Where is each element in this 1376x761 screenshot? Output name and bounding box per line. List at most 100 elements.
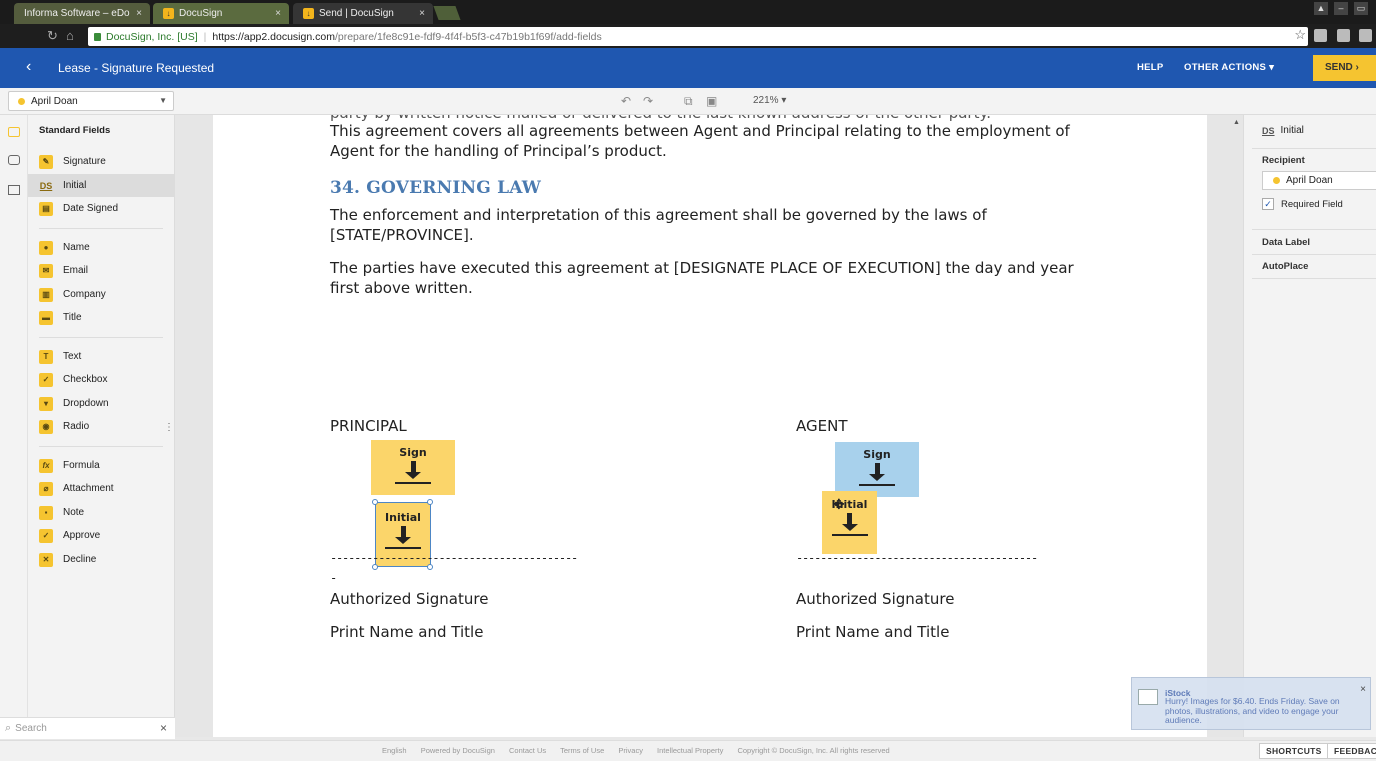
scroll-up-icon[interactable]: ▲ [1233, 119, 1240, 126]
agent-sign-tag[interactable]: Sign [835, 442, 919, 497]
browser-address-bar: ↻ ⌂ DocuSign, Inc. [US] | https://app2.d… [0, 24, 1376, 48]
app-header: ‹ Lease - Signature Requested HELP OTHER… [0, 48, 1376, 88]
field-name[interactable]: ● Name [28, 236, 174, 259]
redo-icon[interactable]: ↷ [643, 94, 653, 108]
tab-close-icon[interactable]: × [269, 8, 281, 19]
principal-sign-tag[interactable]: Sign [371, 440, 455, 495]
person-icon: ● [39, 240, 53, 255]
checkbox-icon: ✓ [39, 372, 53, 387]
field-title[interactable]: ▬ Title [28, 306, 174, 329]
dropdown-icon: ▾ [39, 396, 53, 411]
field-company[interactable]: ▥ Company [28, 283, 174, 306]
recipient-select[interactable]: April Doan ▼ [8, 91, 174, 111]
arrow-down-icon [874, 463, 880, 474]
field-signature[interactable]: ✎ Signature [28, 150, 174, 173]
copy-icon[interactable]: ⧉ [684, 94, 693, 108]
footer-links: English Powered by DocuSign Contact Us T… [382, 746, 902, 755]
standard-fields-panel: Standard Fields ✎ Signature DS Initial ▤… [28, 115, 184, 737]
tab-close-icon[interactable]: × [413, 8, 425, 19]
extension-icon[interactable] [1337, 29, 1350, 42]
field-attachment[interactable]: ⌀ Attachment [28, 477, 174, 500]
browser-tab-send-docusign[interactable]: ↓ Send | DocuSign × [293, 3, 433, 24]
reload-icon[interactable]: ↻ [47, 28, 58, 44]
arrow-down-icon [410, 461, 416, 472]
shortcuts-button[interactable]: SHORTCUTS [1259, 743, 1329, 759]
formula-fx-icon: fx [39, 458, 53, 473]
pages-tab-icon[interactable] [8, 185, 20, 195]
send-button[interactable]: SEND › [1313, 55, 1376, 81]
document-page: party by written notice mailed or delive… [213, 115, 1207, 737]
other-actions-menu[interactable]: OTHER ACTIONS ▾ [1184, 62, 1274, 73]
resize-handle[interactable] [427, 499, 433, 505]
field-recipient-select[interactable]: April Doan [1262, 171, 1376, 190]
agent-initial-tag[interactable]: Initial [822, 491, 877, 554]
browser-menu-icon[interactable] [1359, 29, 1372, 42]
footer-privacy[interactable]: Privacy [618, 746, 643, 755]
clear-search-icon[interactable]: × [160, 721, 167, 735]
restore-icon[interactable]: ▭ [1354, 2, 1368, 15]
field-radio[interactable]: ◉ Radio [28, 415, 174, 438]
field-text[interactable]: T Text [28, 345, 174, 368]
principal-print-name: Print Name and Title [330, 623, 484, 641]
paste-icon[interactable]: ▣ [706, 94, 717, 108]
data-label-section[interactable]: Data Label [1262, 237, 1310, 248]
checkmark-icon: ✓ [1262, 198, 1274, 210]
arrow-down-icon [847, 513, 852, 524]
divider [39, 337, 163, 338]
istock-notification[interactable]: iStock Hurry! Images for $6.40. Ends Fri… [1131, 677, 1371, 730]
field-approve[interactable]: ✓ Approve [28, 524, 174, 547]
field-checkbox[interactable]: ✓ Checkbox [28, 368, 174, 391]
field-formula[interactable]: fx Formula [28, 454, 174, 477]
url-input[interactable]: DocuSign, Inc. [US] | https://app2.docus… [88, 27, 1308, 46]
help-link[interactable]: HELP [1137, 62, 1164, 73]
bookmark-star-icon[interactable]: ☆ [1294, 27, 1306, 43]
field-dropdown[interactable]: ▾ Dropdown [28, 392, 174, 415]
building-icon: ▥ [39, 287, 53, 302]
footer-contact[interactable]: Contact Us [509, 746, 546, 755]
field-date-signed[interactable]: ▤ Date Signed [28, 197, 174, 220]
zoom-select[interactable]: 221% ▾ [753, 95, 786, 106]
extension-icon[interactable] [1314, 29, 1327, 42]
user-icon[interactable]: ▲ [1314, 2, 1328, 15]
decline-x-icon: ✕ [39, 552, 53, 567]
field-email[interactable]: ✉ Email [28, 259, 174, 282]
paragraph-execution: The parties have executed this agreement… [330, 259, 1074, 297]
feedback-button[interactable]: FEEDBACK [1327, 743, 1376, 759]
docusign-favicon-icon: ↓ [163, 8, 174, 19]
tab-close-icon[interactable]: × [130, 8, 142, 19]
pen-icon: ✎ [39, 154, 53, 169]
back-chevron-icon[interactable]: ‹ [26, 59, 31, 75]
section-heading: 34. GOVERNING LAW [330, 178, 542, 198]
undo-icon[interactable]: ↶ [621, 94, 631, 108]
field-note[interactable]: ▪ Note [28, 501, 174, 524]
agent-authorized-signature: Authorized Signature [796, 590, 955, 608]
field-search-input[interactable]: ⌕ Search × [0, 717, 175, 739]
minimize-icon[interactable]: – [1334, 2, 1348, 15]
browser-tab-docusign[interactable]: ↓ DocuSign × [153, 3, 289, 24]
required-field-checkbox[interactable]: ✓ Required Field [1262, 198, 1343, 210]
left-rail [0, 115, 28, 737]
footer-language[interactable]: English [382, 746, 407, 755]
footer-ip[interactable]: Intellectual Property [657, 746, 723, 755]
footer-powered-by: Powered by DocuSign [420, 746, 495, 755]
new-tab-button[interactable] [433, 6, 461, 20]
browser-tab-informa[interactable]: Informa Software – eDo × [14, 3, 150, 24]
autoplace-section[interactable]: AutoPlace [1262, 261, 1308, 272]
editor-toolbar: April Doan ▼ ↶ ↷ ⧉ ▣ 221% ▾ [0, 88, 1376, 115]
home-icon[interactable]: ⌂ [66, 28, 74, 44]
url-path: /prepare/1fe8c91e-fdf9-4f4f-b5f3-c47b19b… [334, 30, 602, 43]
field-initial[interactable]: DS Initial [28, 174, 174, 197]
arrow-down-icon [400, 526, 406, 537]
selected-field-type: DS Initial [1262, 125, 1304, 136]
close-icon[interactable]: × [1360, 684, 1366, 695]
field-decline[interactable]: ✕ Decline [28, 548, 174, 571]
fields-tab-icon[interactable] [8, 127, 20, 137]
envelope-icon: ✉ [39, 263, 53, 278]
comments-tab-icon[interactable] [8, 155, 20, 165]
recipient-color-dot [18, 97, 25, 105]
chevron-down-icon: ▼ [159, 96, 167, 105]
toast-message: Hurry! Images for $6.40. Ends Friday. Sa… [1165, 696, 1340, 725]
calendar-icon: ▤ [39, 201, 53, 216]
resize-handle[interactable] [372, 499, 378, 505]
footer-terms[interactable]: Terms of Use [560, 746, 604, 755]
